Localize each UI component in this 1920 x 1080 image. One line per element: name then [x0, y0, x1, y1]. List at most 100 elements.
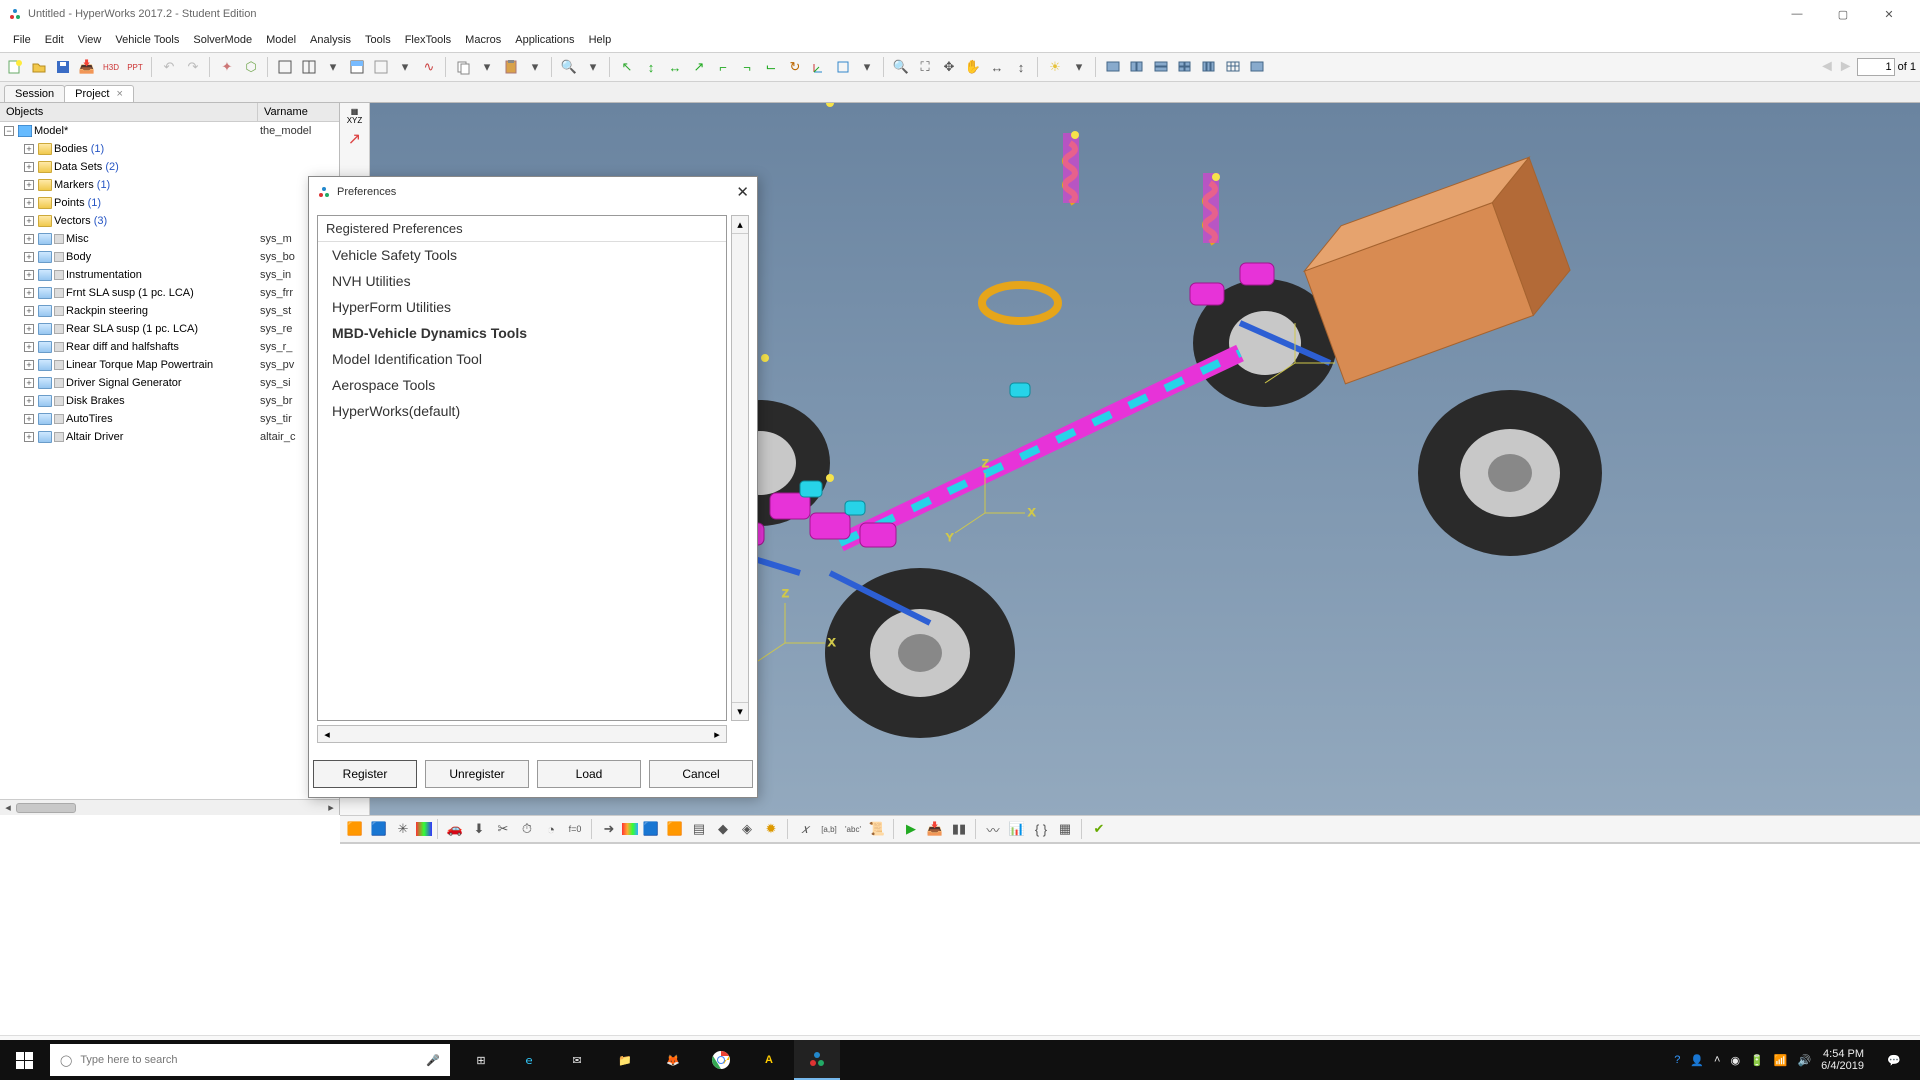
rotate-free-icon[interactable]: ✥: [938, 56, 960, 78]
bm-15-icon[interactable]: ◆: [712, 818, 734, 840]
bm-7-icon[interactable]: ✂: [492, 818, 514, 840]
menu-applications[interactable]: Applications: [508, 31, 581, 49]
curve-icon[interactable]: ∿: [418, 56, 440, 78]
bm-2-icon[interactable]: 🟦: [368, 818, 390, 840]
bm-9-icon[interactable]: ◔: [540, 818, 562, 840]
minimize-button[interactable]: —: [1774, 0, 1820, 28]
tree-folder[interactable]: + Vectors (3): [0, 212, 339, 230]
bm-3-icon[interactable]: ✳: [392, 818, 414, 840]
new-icon[interactable]: [4, 56, 26, 78]
menu-analysis[interactable]: Analysis: [303, 31, 358, 49]
layout-5-icon[interactable]: [370, 56, 392, 78]
vscroll-down-icon[interactable]: ▾: [732, 702, 748, 720]
copy-dd-icon[interactable]: ▾: [476, 56, 498, 78]
tree-expand-icon[interactable]: +: [24, 252, 34, 262]
layout-4-icon[interactable]: [346, 56, 368, 78]
page-prev-icon[interactable]: ◄: [1819, 58, 1835, 76]
tree-folder[interactable]: + Markers (1): [0, 176, 339, 194]
dialog-vscrollbar[interactable]: ▴ ▾: [731, 215, 749, 721]
page-next-icon[interactable]: ►: [1838, 58, 1854, 76]
preferences-item[interactable]: MBD-Vehicle Dynamics Tools: [318, 320, 726, 346]
axis-y-icon[interactable]: ↔: [664, 56, 686, 78]
tree-system[interactable]: + Misc sys_m: [0, 230, 339, 248]
tree-system[interactable]: + Rackpin steering sys_st: [0, 302, 339, 320]
bm-vbar-icon[interactable]: ▮▮: [948, 818, 970, 840]
preferences-item[interactable]: HyperForm Utilities: [318, 294, 726, 320]
location-icon[interactable]: ◉: [1730, 1054, 1740, 1067]
unregister-button[interactable]: Unregister: [425, 760, 529, 788]
load-button[interactable]: Load: [537, 760, 641, 788]
bm-6-icon[interactable]: ⬇: [468, 818, 490, 840]
tree-hscroll-left-icon[interactable]: ◂: [0, 801, 16, 815]
firefox-icon[interactable]: 🦊: [650, 1040, 696, 1080]
bm-8-icon[interactable]: ⏱: [516, 818, 538, 840]
bm-5-icon[interactable]: 🚗: [444, 818, 466, 840]
triad-xyz-icon[interactable]: ▦XYZ: [347, 107, 363, 125]
preferences-group-header[interactable]: Registered Preferences: [318, 216, 726, 242]
paste-dd-icon[interactable]: ▾: [524, 56, 546, 78]
visibility-icon[interactable]: [54, 306, 64, 316]
bm-x-icon[interactable]: 𝑥: [794, 818, 816, 840]
tree-expand-icon[interactable]: +: [24, 360, 34, 370]
bm-braces-icon[interactable]: { }: [1030, 818, 1052, 840]
people-icon[interactable]: 👤: [1690, 1054, 1704, 1067]
tree-root[interactable]: − Model* the_model: [0, 122, 339, 140]
corner-2-icon[interactable]: ¬: [736, 56, 758, 78]
notifications-icon[interactable]: 💬: [1874, 1040, 1914, 1080]
copy-icon[interactable]: [452, 56, 474, 78]
tree-expand-icon[interactable]: +: [24, 342, 34, 352]
tree-system[interactable]: + Frnt SLA susp (1 pc. LCA) sys_frr: [0, 284, 339, 302]
tree-expand-icon[interactable]: +: [24, 162, 34, 172]
menu-vehicle-tools[interactable]: Vehicle Tools: [108, 31, 186, 49]
pan-icon[interactable]: ✋: [962, 56, 984, 78]
mail-icon[interactable]: ✉: [554, 1040, 600, 1080]
app-a-icon[interactable]: A: [746, 1040, 792, 1080]
menu-tools[interactable]: Tools: [358, 31, 398, 49]
hscroll-left-icon[interactable]: ◂: [318, 726, 336, 742]
preferences-item[interactable]: Vehicle Safety Tools: [318, 242, 726, 268]
multiwin-7-icon[interactable]: [1246, 56, 1268, 78]
tool-a-icon[interactable]: ✦: [216, 56, 238, 78]
bm-1-icon[interactable]: 🟧: [344, 818, 366, 840]
menu-solvermode[interactable]: SolverMode: [186, 31, 259, 49]
tree-expand-icon[interactable]: +: [24, 234, 34, 244]
tree-expand-icon[interactable]: +: [24, 432, 34, 442]
tree-expand-icon[interactable]: +: [24, 288, 34, 298]
volume-icon[interactable]: 🔊: [1797, 1054, 1811, 1067]
bm-array-icon[interactable]: [a,b]: [818, 818, 840, 840]
bm-4-icon[interactable]: [416, 822, 432, 836]
menu-help[interactable]: Help: [582, 31, 619, 49]
tree-expand-icon[interactable]: +: [24, 378, 34, 388]
menu-view[interactable]: View: [71, 31, 109, 49]
tree-header-varname[interactable]: Varname: [258, 103, 339, 121]
bm-16-icon[interactable]: ◈: [736, 818, 758, 840]
visibility-icon[interactable]: [54, 414, 64, 424]
maximize-button[interactable]: ▢: [1820, 0, 1866, 28]
tray-chevron-icon[interactable]: ˄: [1714, 1054, 1720, 1066]
bm-12-icon[interactable]: 🟦: [640, 818, 662, 840]
undo-icon[interactable]: ↶: [158, 56, 180, 78]
layout-2-icon[interactable]: [298, 56, 320, 78]
taskbar-search[interactable]: ◯ Type here to search 🎤: [50, 1044, 450, 1076]
visibility-icon[interactable]: [54, 396, 64, 406]
tree-system[interactable]: + Body sys_bo: [0, 248, 339, 266]
preferences-item[interactable]: Model Identification Tool: [318, 346, 726, 372]
tree-folder[interactable]: + Bodies (1): [0, 140, 339, 158]
visibility-icon[interactable]: [54, 360, 64, 370]
tree-system[interactable]: + Altair Driver altair_c: [0, 428, 339, 446]
bm-17-icon[interactable]: ✹: [760, 818, 782, 840]
hyperworks-taskbar-icon[interactable]: [794, 1040, 840, 1080]
tree-expand-icon[interactable]: +: [24, 198, 34, 208]
layout-3-icon[interactable]: ▾: [322, 56, 344, 78]
tree-expand-icon[interactable]: +: [24, 144, 34, 154]
menu-flextools[interactable]: FlexTools: [398, 31, 458, 49]
tree-expand-icon[interactable]: +: [24, 324, 34, 334]
menu-edit[interactable]: Edit: [38, 31, 71, 49]
triad-orient-icon[interactable]: ↗: [348, 129, 361, 149]
tab-session[interactable]: Session: [4, 85, 65, 102]
visibility-icon[interactable]: [54, 342, 64, 352]
redo-icon[interactable]: ↷: [182, 56, 204, 78]
visibility-icon[interactable]: [54, 324, 64, 334]
dialog-close-icon[interactable]: ✕: [736, 183, 749, 201]
bm-11-icon[interactable]: [622, 823, 638, 835]
